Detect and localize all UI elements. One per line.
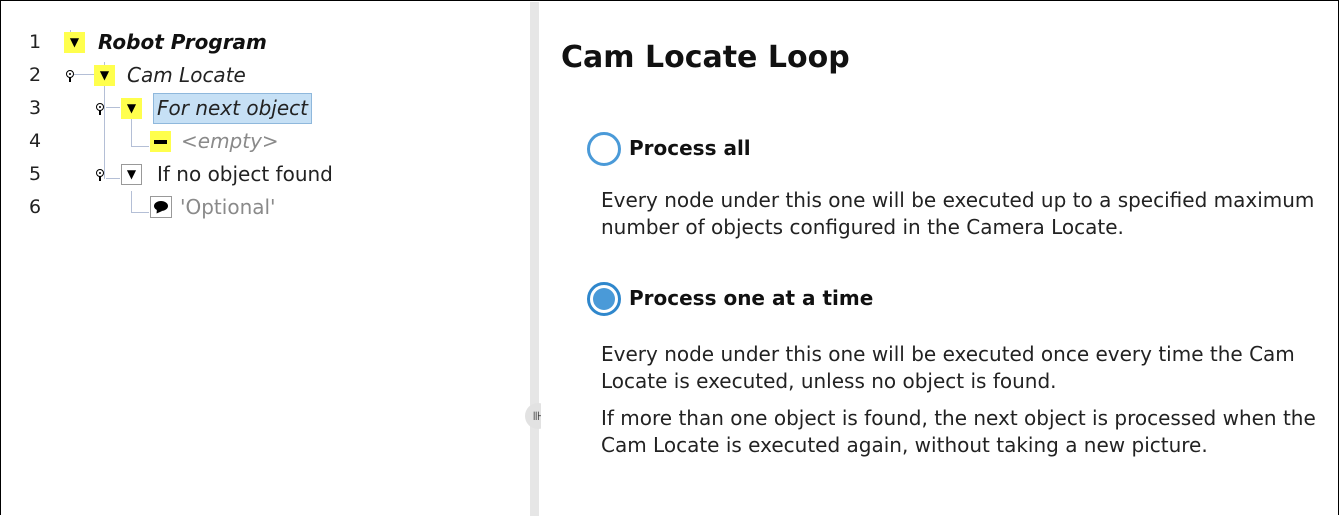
tree-row-if-no-object-found[interactable]: 5 ▼ If no object found xyxy=(2,158,530,191)
tree-row-optional[interactable]: 6 'Optional' xyxy=(2,191,530,224)
drag-handle-icon[interactable] xyxy=(96,103,104,115)
radio-process-one-at-a-time[interactable] xyxy=(587,282,621,316)
tree-node-label: 'Optional' xyxy=(180,195,276,219)
drag-handle-icon[interactable] xyxy=(96,169,104,181)
tree-node-label: <empty> xyxy=(181,129,279,153)
line-number: 6 xyxy=(29,196,42,218)
radio-process-all[interactable] xyxy=(587,132,621,166)
expand-toggle-icon[interactable]: ▼ xyxy=(121,98,142,119)
tree-row-cam-locate[interactable]: 2 ▼ Cam Locate xyxy=(2,59,530,92)
line-number: 1 xyxy=(29,31,42,53)
expand-toggle-icon[interactable]: ▼ xyxy=(121,164,142,185)
expand-toggle-icon[interactable]: ▼ xyxy=(94,65,115,86)
node-properties-panel: Cam Locate Loop Process all Every node u… xyxy=(541,2,1338,515)
comment-icon xyxy=(150,196,172,218)
option-description: If more than one object is found, the ne… xyxy=(601,406,1316,457)
line-number: 4 xyxy=(29,130,42,152)
tree-node-label: Cam Locate xyxy=(127,63,246,87)
line-number: 3 xyxy=(29,97,42,119)
panel-splitter[interactable] xyxy=(530,2,539,516)
tree-node-label: For next object xyxy=(153,93,312,124)
tree-node-label: If no object found xyxy=(157,162,333,186)
option-label[interactable]: Process one at a time xyxy=(629,286,873,310)
tree-node-label: Robot Program xyxy=(98,30,267,54)
page-title: Cam Locate Loop xyxy=(561,40,850,75)
option-label[interactable]: Process all xyxy=(629,136,751,160)
expand-toggle-icon[interactable]: ▼ xyxy=(64,32,85,53)
line-number: 2 xyxy=(29,64,42,86)
program-editor: 1 ▼ Robot Program 2 ▼ Cam Locate 3 ▼ For… xyxy=(0,0,1339,516)
tree-row-robot-program[interactable]: 1 ▼ Robot Program xyxy=(2,26,530,59)
program-tree: 1 ▼ Robot Program 2 ▼ Cam Locate 3 ▼ For… xyxy=(2,2,530,515)
option-description: Every node under this one will be execut… xyxy=(601,342,1295,393)
drag-handle-icon[interactable] xyxy=(66,70,74,82)
tree-row-for-next-object[interactable]: 3 ▼ For next object xyxy=(2,92,530,125)
tree-row-empty[interactable]: 4 <empty> xyxy=(2,125,530,158)
option-description: Every node under this one will be execut… xyxy=(601,188,1315,239)
line-number: 5 xyxy=(29,163,42,185)
empty-node-icon xyxy=(150,131,171,152)
